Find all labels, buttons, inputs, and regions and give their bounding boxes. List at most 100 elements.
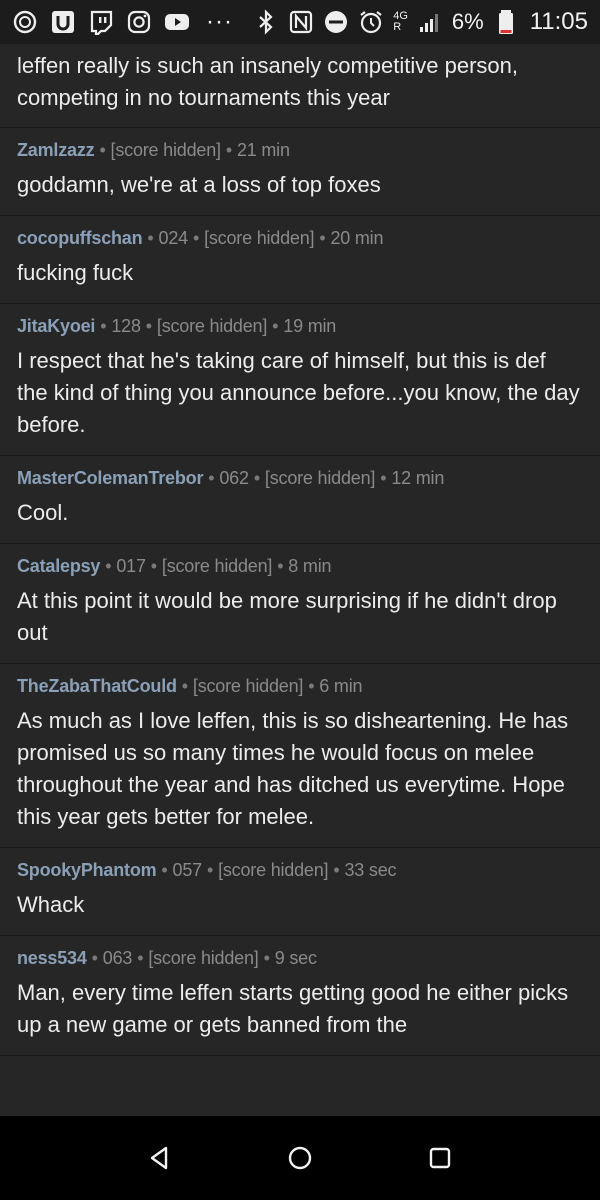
author-karma: 057 <box>172 860 203 880</box>
comment-list[interactable]: leffen really is such an insanely compet… <box>0 44 600 1116</box>
comment[interactable]: Catalepsy • 017 • [score hidden] • 8 min At th… <box>0 544 600 664</box>
separator-dot: • <box>105 556 112 576</box>
comment-meta: TheZabaThatCould • [score hidden] • 6 min <box>17 676 582 697</box>
comment-age: 9 sec <box>274 948 317 968</box>
notification-icons: ··· <box>12 8 233 36</box>
comment[interactable]: Zamlzazz • [score hidden] • 21 min goddamn, … <box>0 128 600 216</box>
comment-body: At this point it would be more surprisin… <box>17 588 557 645</box>
comment-author[interactable]: ness534 <box>17 948 87 968</box>
comment-author[interactable]: SpookyPhantom <box>17 860 157 880</box>
comment-meta: cocopuffschan • 024 • [score hidden] • 20 min <box>17 228 582 249</box>
comment-age: 33 sec <box>344 860 397 880</box>
separator-dot: • <box>150 556 157 576</box>
separator-dot: • <box>145 316 152 336</box>
alarm-icon <box>358 9 384 35</box>
comment-score: [score hidden] <box>156 316 268 336</box>
comment-body: I respect that he's taking care of himse… <box>17 348 580 437</box>
comment-meta: Catalepsy • 017 • [score hidden] • 8 min <box>17 556 582 577</box>
comment-body: Whack <box>17 892 85 917</box>
comment-body: Cool. <box>17 500 69 525</box>
comment-body: fucking fuck <box>17 260 134 285</box>
separator-dot: • <box>308 676 315 696</box>
comment-author[interactable]: MasterColemanTrebor <box>17 468 203 488</box>
separator-dot: • <box>137 948 144 968</box>
signal-icon <box>417 9 443 35</box>
author-karma: 024 <box>158 228 189 248</box>
battery-percent: 6% <box>451 9 484 34</box>
separator-dot: • <box>91 948 98 968</box>
comment-score: [score hidden] <box>161 556 273 576</box>
comment[interactable]: JitaKyoei • 128 • [score hidden] • 19 min I re… <box>0 304 600 456</box>
comment-meta: SpookyPhantom • 057 • [score hidden] • 33 sec <box>17 860 582 881</box>
comment-author[interactable]: TheZabaThatCould <box>17 676 177 696</box>
back-button[interactable] <box>140 1138 180 1178</box>
roaming-label: R <box>393 21 402 33</box>
comment-body: Man, every time leffen starts getting go… <box>17 980 569 1037</box>
comment-score: [score hidden] <box>204 228 315 248</box>
separator-dot: • <box>253 468 260 488</box>
separator-dot: • <box>263 948 270 968</box>
comment-author[interactable]: Zamlzazz <box>17 140 95 160</box>
comment-age: 8 min <box>288 556 332 576</box>
battery-icon <box>493 9 519 35</box>
author-karma: 017 <box>116 556 146 576</box>
comment-body: As much as I love leffen, this is so dis… <box>17 708 569 829</box>
comment-meta: JitaKyoei • 128 • [score hidden] • 19 min <box>17 316 582 337</box>
separator-dot: • <box>147 228 154 248</box>
separator-dot: • <box>192 228 200 248</box>
comment[interactable]: SpookyPhantom • 057 • [score hidden] • 33 sec … <box>0 848 600 936</box>
comment-age: 12 min <box>391 468 445 488</box>
comment-score: [score hidden] <box>148 948 259 968</box>
status-bar: ··· 4G R 6% 11:05 <box>0 0 600 44</box>
comment-author[interactable]: cocopuffschan <box>17 228 143 248</box>
separator-dot: • <box>277 556 284 576</box>
youtube-icon <box>164 9 190 35</box>
separator-dot: • <box>100 316 107 336</box>
comment[interactable]: MasterColemanTrebor • 062 • [score hidden] • 1… <box>0 456 600 544</box>
comment[interactable]: ness534 • 063 • [score hidden] • 9 sec Man, ev… <box>0 936 600 1056</box>
comment-author[interactable]: JitaKyoei <box>17 316 95 336</box>
author-karma: 062 <box>219 468 249 488</box>
do-not-disturb-icon <box>323 9 349 35</box>
separator-dot: • <box>99 140 106 160</box>
home-button[interactable] <box>280 1138 320 1178</box>
home-icon <box>288 1146 312 1170</box>
comment[interactable]: cocopuffschan • 024 • [score hidden] • 20 min … <box>0 216 600 304</box>
comment-age: 20 min <box>330 228 384 248</box>
comment-meta: MasterColemanTrebor • 062 • [score hidden] • 1… <box>17 468 582 489</box>
instagram-icon <box>126 9 152 35</box>
comment-score: [score hidden] <box>110 140 221 160</box>
data-saver-icon <box>12 9 38 35</box>
recents-icon <box>429 1147 451 1169</box>
bluetooth-icon <box>253 9 279 35</box>
separator-dot: • <box>206 860 214 880</box>
separator-dot: • <box>181 676 188 696</box>
network-type-indicator: 4G R <box>393 11 408 33</box>
more-notifications-icon: ··· <box>206 8 233 35</box>
comment-age: 19 min <box>283 316 337 336</box>
comment-score: [score hidden] <box>218 860 329 880</box>
system-icons: 4G R 6% 11:05 <box>253 8 588 36</box>
comment[interactable]: TheZabaThatCould • [score hidden] • 6 min As… <box>0 664 600 848</box>
twitch-icon <box>88 9 114 35</box>
recents-button[interactable] <box>420 1138 460 1178</box>
comment-author[interactable]: Catalepsy <box>17 556 100 576</box>
separator-dot: • <box>319 228 326 248</box>
author-karma: 128 <box>111 316 141 336</box>
comment[interactable]: leffen really is such an insanely compet… <box>0 44 600 128</box>
separator-dot: • <box>380 468 387 488</box>
separator-dot: • <box>272 316 279 336</box>
comment-body: leffen really is such an insanely compet… <box>17 53 518 110</box>
uplay-icon <box>50 9 76 35</box>
author-karma: 063 <box>102 948 133 968</box>
comment-age: 6 min <box>319 676 363 696</box>
comment-score: [score hidden] <box>264 468 376 488</box>
separator-dot: • <box>161 860 168 880</box>
back-icon <box>150 1146 168 1170</box>
navigation-bar <box>0 1116 600 1200</box>
comment-meta: ness534 • 063 • [score hidden] • 9 sec <box>17 948 582 969</box>
separator-dot: • <box>333 860 340 880</box>
comment-score: [score hidden] <box>192 676 304 696</box>
clock: 11:05 <box>529 8 588 35</box>
comment-meta: Zamlzazz • [score hidden] • 21 min <box>17 140 582 161</box>
